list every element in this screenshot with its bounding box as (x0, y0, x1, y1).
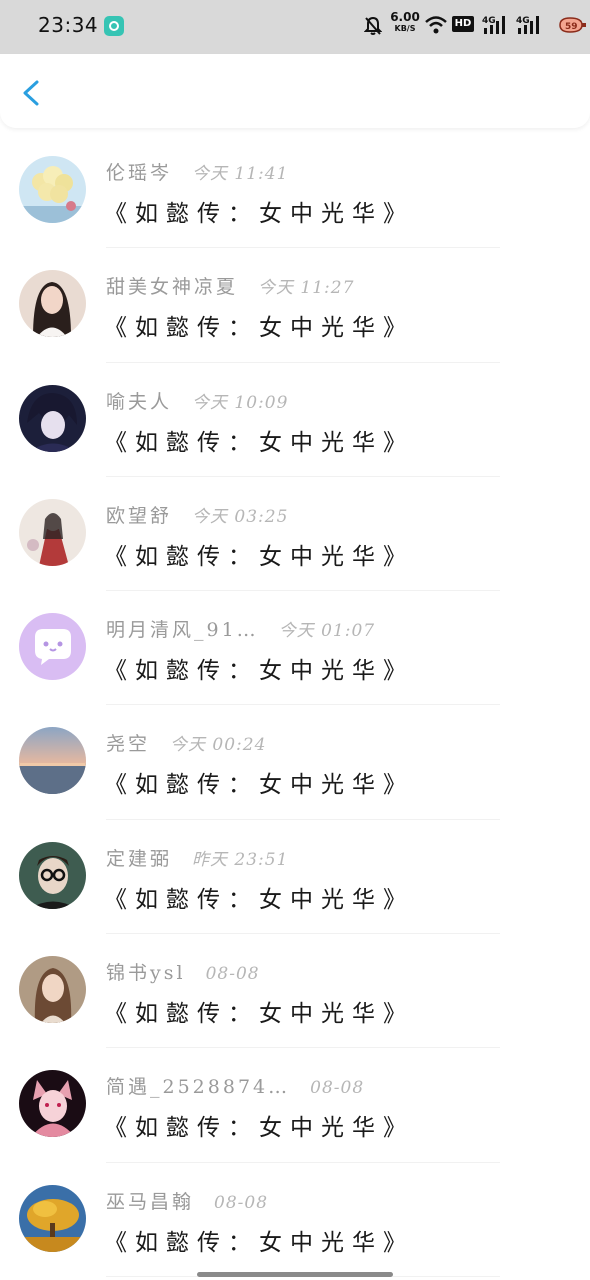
message-time: 今天 10:09 (192, 392, 289, 413)
message-text: 《如懿传：女中光华》 (104, 1115, 414, 1142)
name-line: 明月清风_91… 今天 01:07 (106, 615, 375, 641)
list-item[interactable]: 尧空 今天 00:24 《如懿传：女中光华》 (0, 705, 590, 820)
message-list: 伦瑶岑 今天 11:41 《如懿传：女中光华》 甜美女神凉夏 今天 11:27 《如懿传：… (0, 134, 590, 1277)
message-text: 《如懿传：女中光华》 (104, 315, 414, 342)
list-item[interactable]: 甜美女神凉夏 今天 11:27 《如懿传：女中光华》 (0, 248, 590, 363)
back-button[interactable] (14, 74, 50, 110)
user-name[interactable]: 甜美女神凉夏 (106, 276, 238, 298)
message-time: 今天 00:24 (170, 735, 267, 756)
name-line: 简遇_2528874… 08-08 (106, 1072, 364, 1098)
chevron-left-icon (23, 80, 39, 106)
battery-level: 59 (565, 22, 578, 32)
message-time: 今天 11:27 (258, 278, 355, 299)
user-name[interactable]: 定建弼 (106, 848, 172, 870)
name-line: 定建弼 昨天 23:51 (106, 844, 288, 870)
message-time: 今天 03:25 (192, 506, 289, 527)
home-indicator[interactable] (197, 1272, 393, 1277)
message-text: 《如懿传：女中光华》 (104, 201, 414, 227)
message-time: 08-08 (214, 1192, 269, 1213)
message-time: 今天 11:41 (192, 164, 289, 184)
avatar[interactable] (19, 156, 86, 223)
list-item[interactable]: 巫马昌翰 08-08 《如懿传：女中光华》 (0, 1163, 590, 1277)
name-line: 尧空 今天 00:24 (106, 729, 266, 755)
avatar[interactable] (19, 1070, 86, 1138)
app-notification-icon (104, 16, 124, 36)
user-name[interactable]: 伦瑶岑 (106, 162, 172, 184)
message-text: 《如懿传：女中光华》 (104, 543, 414, 570)
name-line: 伦瑶岑 今天 11:41 (106, 158, 288, 184)
message-time: 今天 01:07 (278, 621, 376, 642)
net-speed-unit: KB/S (394, 24, 416, 33)
name-line: 甜美女神凉夏 今天 11:27 (106, 272, 354, 298)
signal-4g-icon-2: 4G (516, 14, 544, 40)
message-text: 《如懿传：女中光华》 (104, 658, 414, 685)
list-item[interactable]: 明月清风_91… 今天 01:07 《如懿传：女中光华》 (0, 591, 590, 706)
user-name[interactable]: 喻夫人 (106, 391, 172, 413)
message-text: 《如懿传：女中光华》 (104, 1229, 414, 1256)
hd-icon: HD (452, 16, 474, 32)
svg-text:4G: 4G (516, 16, 530, 26)
avatar[interactable] (19, 270, 86, 338)
svg-text:4G: 4G (482, 16, 496, 26)
net-speed: 6.00 KB/S (390, 10, 420, 34)
name-line: 锦书ysl 08-08 (106, 958, 260, 984)
avatar[interactable] (19, 841, 86, 909)
wifi-icon (424, 15, 448, 39)
status-time: 23:34 (38, 13, 99, 37)
message-text: 《如懿传：女中光华》 (104, 1001, 414, 1028)
message-time: 昨天 23:51 (192, 849, 289, 870)
name-line: 巫马昌翰 08-08 (106, 1187, 268, 1213)
battery-icon: 59 (556, 16, 588, 38)
message-time: 08-08 (310, 1078, 365, 1099)
avatar[interactable] (19, 956, 86, 1024)
list-item[interactable]: 喻夫人 今天 10:09 《如懿传：女中光华》 (0, 363, 590, 477)
name-line: 欧望舒 今天 03:25 (106, 501, 288, 527)
list-item[interactable]: 简遇_2528874… 08-08 《如懿传：女中光华》 (0, 1048, 590, 1163)
avatar[interactable] (19, 1184, 86, 1252)
message-text: 《如懿传：女中光华》 (104, 772, 414, 799)
net-speed-value: 6.00 (390, 10, 420, 24)
name-line: 喻夫人 今天 10:09 (106, 387, 288, 413)
message-text: 《如懿传：女中光华》 (104, 429, 414, 456)
user-name[interactable]: 尧空 (106, 733, 150, 755)
user-name[interactable]: 巫马昌翰 (106, 1191, 194, 1213)
message-time: 08-08 (205, 964, 260, 985)
user-name[interactable]: 锦书ysl (106, 962, 186, 984)
signal-4g-icon: 4G (482, 14, 510, 40)
message-text: 《如懿传：女中光华》 (104, 886, 414, 913)
bell-muted-icon (363, 16, 383, 40)
avatar[interactable] (19, 727, 86, 795)
status-bar: 23:34 6.00 KB/S HD 4G 4G 59 (0, 0, 590, 54)
user-name[interactable]: 明月清风_91… (106, 619, 259, 641)
user-name[interactable]: 欧望舒 (106, 505, 172, 527)
list-item[interactable]: 锦书ysl 08-08 《如懿传：女中光华》 (0, 934, 590, 1049)
list-item[interactable]: 伦瑶岑 今天 11:41 《如懿传：女中光华》 (0, 134, 590, 249)
avatar[interactable] (19, 498, 86, 566)
list-item[interactable]: 定建弼 昨天 23:51 《如懿传：女中光华》 (0, 820, 590, 935)
avatar[interactable] (19, 613, 86, 681)
avatar[interactable] (19, 384, 86, 452)
header-bar (0, 54, 590, 128)
user-name[interactable]: 简遇_2528874… (106, 1076, 290, 1098)
list-item[interactable]: 欧望舒 今天 03:25 《如懿传：女中光华》 (0, 477, 590, 592)
